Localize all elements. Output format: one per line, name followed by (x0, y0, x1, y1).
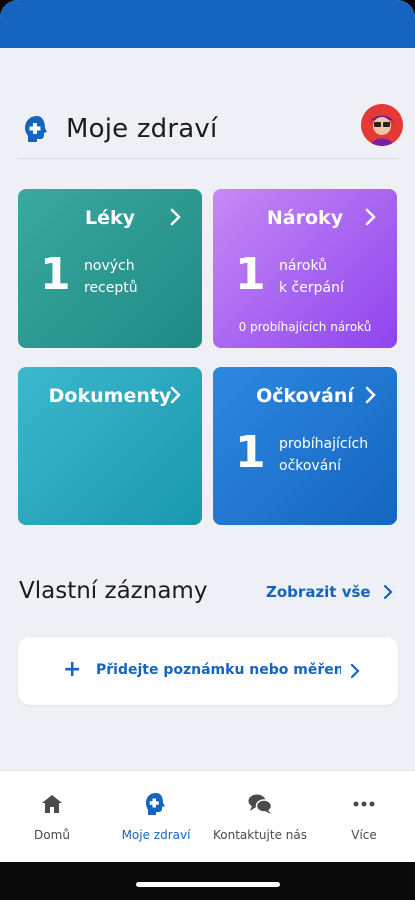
bottom-navigation: Domů Moje zdraví Kontaktujte nás Více (0, 770, 415, 862)
vaccinations-count: 1 (235, 427, 266, 478)
label-line: očkování (279, 458, 342, 474)
show-all-label: Zobrazit vše (266, 583, 371, 601)
page-header: Moje zdraví (18, 100, 398, 159)
chevron-right-icon (365, 208, 376, 226)
nav-contact-label: Kontaktujte nás (213, 828, 307, 842)
claims-ongoing-note: 0 probíhajících nároků (238, 320, 372, 334)
user-avatar[interactable] (361, 104, 403, 146)
nav-more[interactable]: Více (312, 771, 415, 862)
home-indicator[interactable] (136, 882, 280, 887)
label-line: nových (84, 258, 135, 274)
nav-home-label: Domů (34, 828, 70, 842)
page-title: Moje zdraví (66, 114, 218, 144)
chevron-right-icon (170, 208, 181, 226)
health-head-icon (146, 793, 165, 815)
tile-claims[interactable]: Nároky 1 nároků k čerpání 0 probíhajícíc… (213, 189, 397, 348)
label-line: probíhajících (279, 436, 369, 452)
label-line: k čerpání (279, 280, 344, 296)
plus-icon: + (63, 657, 82, 682)
chat-bubbles-icon (248, 794, 273, 814)
label-line: receptů (84, 280, 138, 296)
chevron-right-icon (170, 386, 181, 404)
phone-frame: Moje zdraví Léky 1 nových receptů Nároky… (0, 0, 415, 900)
chevron-right-icon (383, 584, 393, 600)
nav-home[interactable]: Domů (0, 771, 104, 862)
nav-my-health-label: Moje zdraví (121, 828, 191, 842)
nav-contact[interactable]: Kontaktujte nás (208, 771, 312, 862)
screen: Moje zdraví Léky 1 nových receptů Nároky… (0, 0, 415, 862)
tile-documents[interactable]: Dokumenty (18, 367, 202, 525)
claims-count-label: nároků k čerpání (279, 255, 397, 299)
health-head-icon (25, 116, 47, 142)
claims-count: 1 (235, 249, 266, 300)
more-dots-icon (353, 801, 375, 807)
nav-more-label: Více (351, 828, 377, 842)
home-icon (42, 795, 62, 813)
show-all-link[interactable]: Zobrazit vše (266, 583, 393, 601)
nav-my-health[interactable]: Moje zdraví (104, 771, 208, 862)
medications-count-label: nových receptů (84, 255, 202, 299)
avatar-icon (361, 104, 403, 146)
vaccinations-count-label: probíhajících očkování (279, 433, 397, 477)
medications-count: 1 (40, 249, 71, 300)
tile-vaccinations[interactable]: Očkování 1 probíhajících očkování (213, 367, 397, 525)
add-note-button[interactable]: + Přidejte poznámku nebo měření (18, 637, 398, 705)
own-records-title: Vlastní záznamy (19, 578, 208, 604)
tile-medications[interactable]: Léky 1 nových receptů (18, 189, 202, 348)
add-note-label: Přidejte poznámku nebo měření (96, 662, 341, 678)
chevron-right-icon (350, 663, 360, 679)
label-line: nároků (279, 258, 328, 274)
status-bar (0, 0, 415, 48)
chevron-right-icon (365, 386, 376, 404)
